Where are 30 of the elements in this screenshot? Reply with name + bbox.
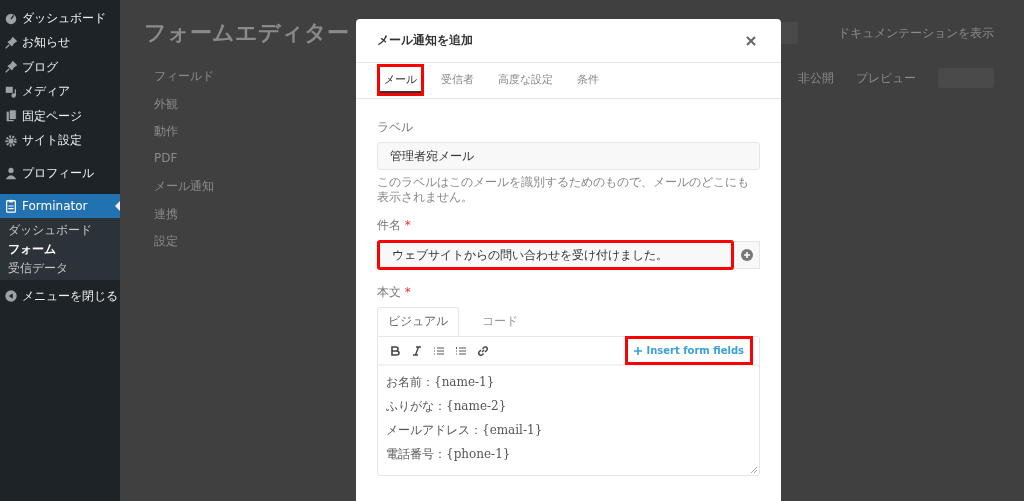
label-input[interactable]: 管理者宛メール: [377, 142, 760, 170]
page-title: フォームエディター: [144, 19, 349, 47]
sidebar-item[interactable]: メディア: [0, 79, 120, 104]
sidebar-item[interactable]: プロフィール: [0, 161, 120, 186]
sidebar-item[interactable]: ブログ: [0, 55, 120, 80]
sidebar-item[interactable]: 固定ページ: [0, 104, 120, 129]
sidebar-item[interactable]: Forminator: [0, 193, 120, 218]
help-text: このラベルはこのメールを識別するためのもので、メールのどこにも表示されません。: [377, 175, 750, 205]
field-label: ラベル: [377, 119, 414, 136]
field-label: 本文 *: [377, 284, 412, 301]
sidebar-item[interactable]: サイト設定: [0, 128, 120, 153]
tab[interactable]: メール: [377, 64, 424, 96]
body-text-line: お名前：{name-1}: [386, 374, 496, 391]
body-text-line: 電話番号：{phone-1}: [386, 446, 512, 463]
subject-input[interactable]: ウェブサイトからの問い合わせを受け付けました。: [377, 240, 734, 270]
submenu-item[interactable]: フォーム: [8, 241, 120, 257]
submenu-item[interactable]: 受信データ: [8, 260, 120, 276]
tab[interactable]: 受信者: [434, 64, 481, 96]
body-text-line: メールアドレス：{email-1}: [386, 422, 544, 439]
tab[interactable]: 高度な設定: [491, 64, 560, 96]
sidebar-item[interactable]: ダッシュボード: [0, 6, 120, 31]
rich-text-editor[interactable]: Insert form fields お名前：{name-1} ふりがな：{name-2} メールアドレス：{email-1} 電話番号：{phone-1}: [377, 336, 760, 476]
submenu-item[interactable]: ダッシュボード: [8, 222, 120, 238]
collapse-menu-item[interactable]: メニューを閉じる: [0, 284, 120, 309]
sidebar-item[interactable]: お知らせ: [0, 30, 120, 55]
body-text-line: ふりがな：{name-2}: [386, 398, 508, 415]
field-label: 件名 *: [377, 217, 412, 234]
tab[interactable]: 条件: [570, 64, 606, 96]
editor-tab[interactable]: ビジュアル: [377, 307, 459, 336]
modal-title: メール通知を追加: [377, 32, 473, 49]
